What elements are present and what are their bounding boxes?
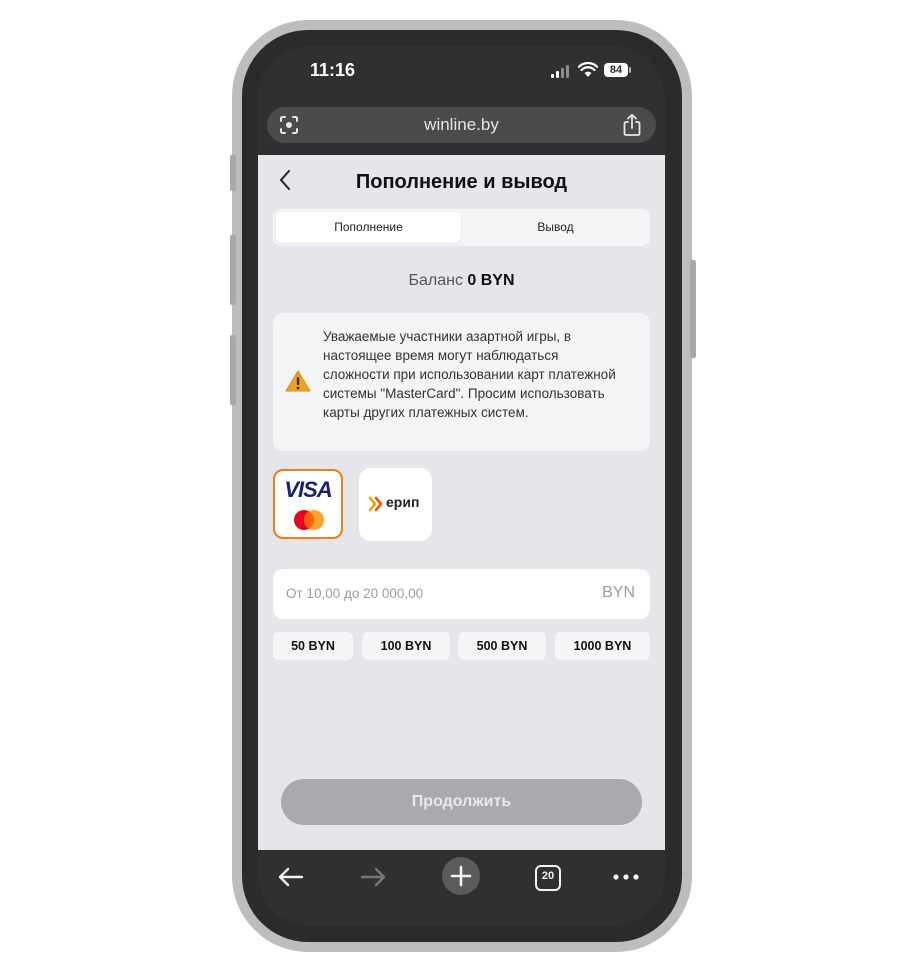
- balance-value: 0 BYN: [467, 272, 515, 289]
- continue-button[interactable]: Продолжить: [281, 779, 642, 825]
- address-bar[interactable]: winline.by: [267, 107, 656, 143]
- volume-up-button: [230, 235, 236, 305]
- payment-method-erip[interactable]: ерип: [359, 468, 432, 541]
- balance-label: Баланс: [408, 272, 463, 289]
- forward-arrow-icon[interactable]: [356, 860, 392, 894]
- tabs-count: 20: [541, 870, 555, 882]
- share-icon[interactable]: [621, 113, 643, 137]
- warning-icon: [285, 370, 311, 392]
- new-tab-plus-icon[interactable]: [442, 857, 480, 895]
- browser-toolbar: 20: [258, 850, 665, 926]
- volume-down-button: [230, 335, 236, 405]
- battery-level: 84: [604, 63, 628, 77]
- mastercard-logo-icon: [294, 510, 324, 530]
- tab-withdraw[interactable]: Вывод: [463, 212, 648, 243]
- quick-amount-100[interactable]: 100 BYN: [362, 632, 450, 660]
- battery-icon: [629, 67, 631, 73]
- amount-input[interactable]: От 10,00 до 20 000,00 BYN: [273, 569, 650, 619]
- more-menu-icon[interactable]: [608, 860, 644, 894]
- payment-method-visa-mastercard[interactable]: VISA: [273, 469, 343, 539]
- deposit-withdraw-tabs: Пополнение Вывод: [273, 209, 650, 246]
- quick-amount-500[interactable]: 500 BYN: [458, 632, 546, 660]
- erip-logo: ерип: [369, 494, 425, 514]
- wifi-icon: [578, 62, 598, 77]
- status-time: 11:16: [310, 60, 356, 80]
- page-title: Пополнение и вывод: [355, 171, 568, 193]
- notice-banner: Уважаемые участники азартной игры, в нас…: [273, 313, 650, 451]
- web-content: Пополнение и вывод Пополнение Вывод Бала…: [258, 155, 665, 850]
- erip-label: ерип: [386, 494, 420, 510]
- phone-screen: 11:16 84 winline.by Пополнение и вывод П…: [258, 46, 665, 926]
- quick-amount-50[interactable]: 50 BYN: [273, 632, 353, 660]
- cellular-signal-icon: [551, 64, 573, 78]
- back-arrow-icon[interactable]: [272, 860, 308, 894]
- tabs-button[interactable]: 20: [530, 860, 566, 894]
- url-text[interactable]: winline.by: [267, 115, 656, 135]
- quick-amount-1000[interactable]: 1000 BYN: [555, 632, 650, 660]
- tab-deposit[interactable]: Пополнение: [276, 212, 461, 243]
- balance: Баланс 0 BYN: [258, 272, 665, 290]
- silent-switch: [230, 155, 236, 191]
- amount-currency: BYN: [602, 584, 635, 601]
- notice-text: Уважаемые участники азартной игры, в нас…: [323, 329, 616, 420]
- erip-chevron-icon: [369, 496, 383, 512]
- power-button: [690, 260, 696, 358]
- amount-placeholder[interactable]: От 10,00 до 20 000,00: [286, 586, 423, 601]
- visa-logo: VISA: [284, 477, 332, 502]
